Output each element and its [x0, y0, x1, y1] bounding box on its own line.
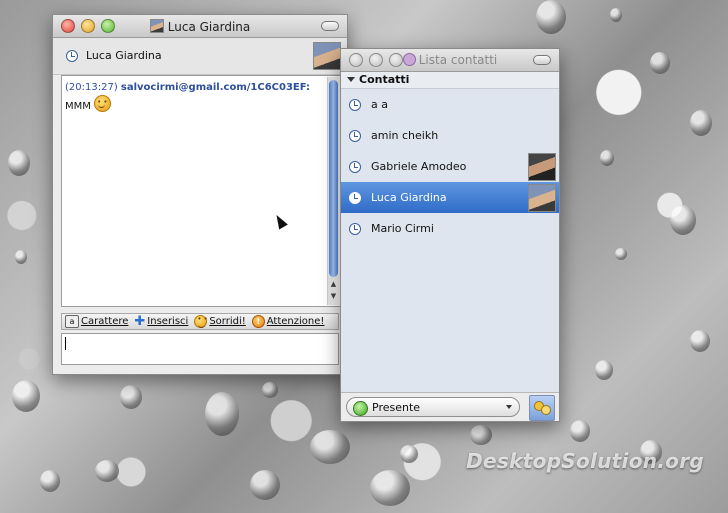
- warning-icon: !: [251, 315, 265, 328]
- contact-avatar: [528, 153, 556, 181]
- font-label: Carattere: [81, 316, 129, 327]
- scrollbar-thumb[interactable]: [329, 80, 338, 277]
- status-dropdown[interactable]: Presente: [346, 397, 520, 417]
- water-drop: [262, 382, 278, 398]
- contact-item[interactable]: Mario Cirmi: [341, 213, 559, 244]
- water-drop: [600, 150, 614, 166]
- contacts-titlebar[interactable]: Lista contatti: [341, 49, 559, 72]
- water-drop: [595, 360, 613, 380]
- message-text: MMM: [65, 101, 91, 112]
- contact-name: Luca Giardina: [371, 191, 447, 204]
- attention-button[interactable]: ! Attenzione!: [251, 315, 325, 328]
- contact-item[interactable]: a a: [341, 89, 559, 120]
- water-drop: [15, 250, 27, 264]
- water-drop: [615, 248, 627, 260]
- contact-name: Gabriele Amodeo: [371, 160, 467, 173]
- message-sender: salvocirmi@gmail.com/1C6C03EF:: [120, 82, 311, 93]
- water-drop: [690, 330, 710, 352]
- watermark: DesktopSolution.org: [466, 449, 704, 473]
- water-drop: [250, 470, 280, 500]
- water-drop: [690, 110, 712, 136]
- contact-name: a a: [371, 98, 388, 111]
- water-drop: [95, 460, 119, 482]
- water-drop: [12, 380, 40, 412]
- smiley-icon: [94, 95, 112, 112]
- water-drop: [610, 8, 622, 22]
- smile-button[interactable]: Sorridi!: [194, 315, 246, 328]
- message-history[interactable]: (20:13:27) salvocirmi@gmail.com/1C6C03EF…: [61, 75, 341, 307]
- font-button[interactable]: a Carattere: [65, 315, 128, 328]
- plus-icon: ✚: [134, 313, 146, 329]
- water-drop: [40, 470, 60, 492]
- chat-header: Luca Giardina: [53, 38, 347, 75]
- away-status-icon: [349, 130, 361, 142]
- message-time: (20:13:27): [65, 82, 118, 93]
- chat-window-title-text: Luca Giardina: [167, 20, 251, 34]
- insert-button[interactable]: ✚ Inserisci: [134, 313, 189, 329]
- water-drop: [205, 392, 239, 436]
- water-drop: [120, 385, 142, 409]
- contacts-window-title: Lista contatti: [341, 53, 559, 67]
- contacts-window-title-text: Lista contatti: [418, 53, 498, 67]
- away-status-icon: [66, 50, 78, 62]
- water-drop: [400, 445, 418, 463]
- history-scrollbar[interactable]: ▲ ▼: [327, 77, 339, 305]
- available-status-icon: [353, 401, 368, 416]
- water-drop: [470, 425, 492, 445]
- toolbar-toggle-button[interactable]: [321, 21, 339, 31]
- water-drop: [570, 420, 590, 442]
- status-label: Presente: [372, 401, 421, 414]
- text-caret: [65, 337, 66, 350]
- smiley-icon: [194, 315, 208, 328]
- disclosure-triangle-icon[interactable]: [347, 77, 355, 82]
- attention-label: Attenzione!: [266, 316, 325, 327]
- contact-item[interactable]: amin cheikh: [341, 120, 559, 151]
- water-drop: [310, 430, 350, 464]
- contact-name: Mario Cirmi: [371, 222, 434, 235]
- scroll-up-arrow-icon[interactable]: ▲: [328, 280, 339, 292]
- chat-window-title: Luca Giardina: [53, 19, 347, 34]
- scroll-down-arrow-icon[interactable]: ▼: [328, 292, 339, 304]
- insert-label: Inserisci: [147, 316, 189, 327]
- away-status-icon: [349, 223, 361, 235]
- font-icon: a: [65, 315, 79, 328]
- water-drop: [8, 150, 30, 176]
- chat-window: Luca Giardina Luca Giardina (20:13:27) s…: [52, 14, 348, 375]
- contact-avatar[interactable]: [313, 42, 341, 70]
- smile-label: Sorridi!: [209, 316, 246, 327]
- toolbar-toggle-button[interactable]: [533, 55, 551, 65]
- contact-item[interactable]: Gabriele Amodeo: [341, 151, 559, 182]
- water-drop: [536, 0, 566, 34]
- buddy-icon-button[interactable]: [529, 395, 555, 421]
- contact-item-selected[interactable]: Luca Giardina: [341, 182, 559, 213]
- contact-group-label: Contatti: [359, 73, 410, 86]
- buddy-list-icon: [402, 53, 416, 66]
- chat-contact-name: Luca Giardina: [86, 49, 162, 62]
- contact-name: amin cheikh: [371, 129, 439, 142]
- title-avatar-icon: [149, 19, 164, 33]
- formatting-toolbar: a Carattere ✚ Inserisci Sorridi! ! Atten…: [61, 313, 339, 330]
- away-status-icon: [349, 192, 361, 204]
- contact-group-header[interactable]: Contatti: [341, 72, 559, 89]
- message-item: (20:13:27) salvocirmi@gmail.com/1C6C03EF…: [62, 76, 340, 114]
- water-drop: [370, 470, 410, 506]
- chevron-down-icon: [506, 405, 512, 409]
- contact-avatar: [528, 184, 556, 212]
- contacts-window: Lista contatti Contatti a a amin cheikh …: [340, 48, 560, 422]
- away-status-icon: [349, 161, 361, 173]
- water-drop: [650, 52, 670, 74]
- status-bar: Presente: [341, 392, 559, 421]
- water-drop: [670, 205, 696, 235]
- message-input[interactable]: [61, 333, 339, 365]
- away-status-icon: [349, 99, 361, 111]
- chat-titlebar[interactable]: Luca Giardina: [53, 15, 347, 38]
